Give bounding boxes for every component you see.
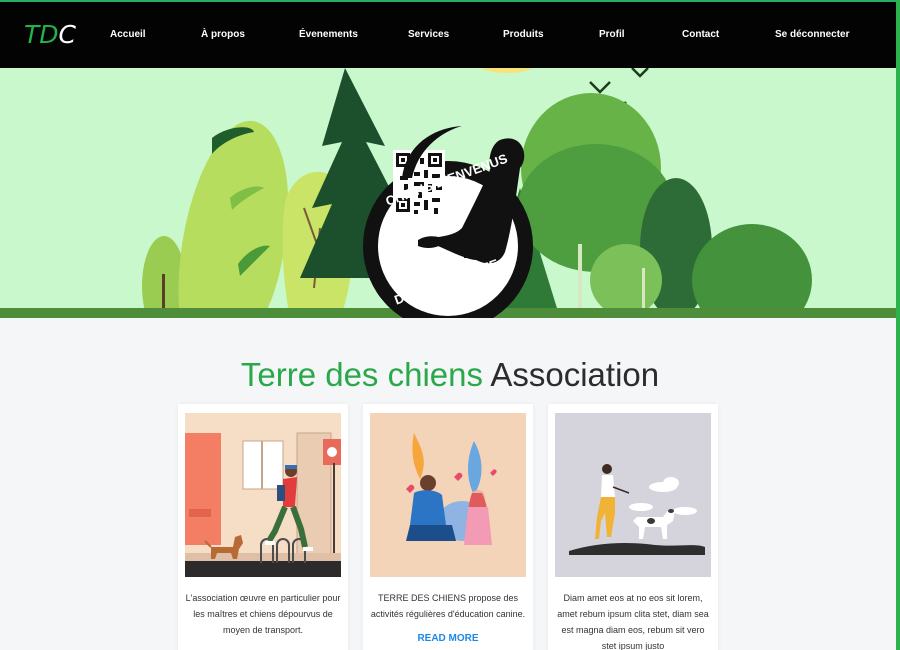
nav-item-profil[interactable]: Profil [599, 29, 625, 40]
card-image-dog-walk [555, 413, 711, 577]
read-more-link[interactable]: READ MORE [363, 633, 533, 644]
nav-item-services[interactable]: Services [408, 29, 449, 40]
brand-part1: TD [24, 20, 59, 49]
section-title: Terre des chiens Association [0, 356, 900, 394]
navbar: TDC Accueil À propos Évenements Services… [0, 0, 900, 68]
card-image-women [370, 413, 526, 577]
nav-item-logout[interactable]: Se déconnecter [775, 29, 849, 40]
nav-item-contact[interactable]: Contact [682, 29, 719, 40]
card-education: TERRE DES CHIENS propose des activités r… [363, 404, 533, 650]
title-green: Terre des chiens [240, 356, 483, 393]
card-transport: L'association œuvre en particulier pour … [178, 404, 348, 650]
card-image-runner [185, 413, 341, 577]
card-text: TERRE DES CHIENS propose des activités r… [370, 593, 526, 619]
title-dark: Association [490, 356, 660, 393]
brand-logo[interactable]: TDC [24, 20, 76, 49]
card-text: Diam amet eos at no eos sit lorem, amet … [557, 593, 709, 650]
dogs-welcome-badge: CHIENS BIENVENUS DOGS WELCOME [363, 126, 533, 318]
nav-item-evenements[interactable]: Évenements [299, 29, 358, 40]
hero-banner: CHIENS BIENVENUS DOGS WELCOME [0, 68, 900, 318]
card-lorem: Diam amet eos at no eos sit lorem, amet … [548, 404, 718, 650]
nav-item-accueil[interactable]: Accueil [110, 29, 146, 40]
forest-illustration: CHIENS BIENVENUS DOGS WELCOME [0, 68, 900, 318]
card-text: L'association œuvre en particulier pour … [185, 593, 341, 635]
brand-part2: C [58, 20, 76, 49]
nav-item-produits[interactable]: Produits [503, 29, 544, 40]
nav-item-a-propos[interactable]: À propos [201, 29, 245, 40]
right-accent-rail [896, 0, 900, 650]
